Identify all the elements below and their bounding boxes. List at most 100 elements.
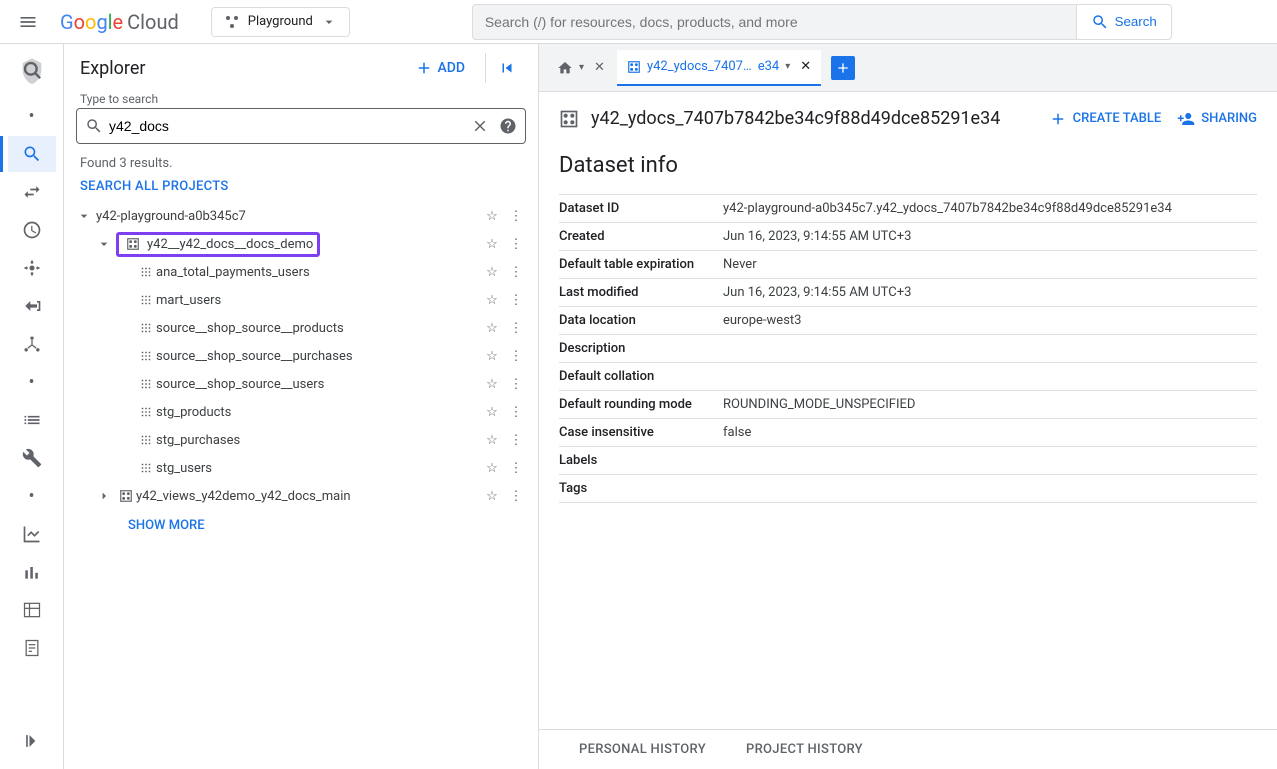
clear-icon[interactable]	[471, 117, 489, 135]
star-button[interactable]: ☆	[482, 209, 502, 224]
sidebar-sql-workspace[interactable]	[8, 136, 56, 172]
global-search-input[interactable]	[485, 14, 1064, 30]
tree-table-row[interactable]: source__shop_source__purchases ☆ ⋮	[68, 342, 534, 370]
more-button[interactable]: ⋮	[506, 209, 526, 224]
collapse-toggle[interactable]	[96, 236, 116, 252]
info-row: Default table expiration Never	[559, 250, 1257, 278]
sidebar-capacity-mgmt[interactable]	[8, 402, 56, 438]
content-area: ▾ ✕ y42_ydocs_7407… e34 ▾ ✕ y42_ydocs_74…	[539, 44, 1277, 769]
bigquery-logo[interactable]	[14, 52, 50, 88]
info-value: Jun 16, 2023, 9:14:55 AM UTC+3	[723, 285, 1257, 300]
star-button[interactable]: ☆	[482, 237, 502, 252]
search-box[interactable]	[472, 4, 1077, 40]
new-tab-button[interactable]	[831, 56, 855, 80]
search-button[interactable]: Search	[1077, 4, 1172, 40]
sidebar-expand[interactable]	[8, 723, 56, 759]
sidebar-item-c[interactable]	[8, 592, 56, 628]
tree-table-row[interactable]: source__shop_source__users ☆ ⋮	[68, 370, 534, 398]
dataset-icon	[116, 489, 136, 503]
info-value: Jun 16, 2023, 9:14:55 AM UTC+3	[723, 229, 1257, 244]
star-button[interactable]: ☆	[482, 377, 502, 392]
info-value: ROUNDING_MODE_UNSPECIFIED	[723, 397, 1257, 412]
create-table-button[interactable]: CREATE TABLE	[1049, 110, 1162, 128]
close-icon[interactable]: ✕	[800, 59, 811, 74]
star-button[interactable]: ☆	[482, 265, 502, 280]
search-all-projects[interactable]: SEARCH ALL PROJECTS	[64, 175, 538, 202]
table-label: mart_users	[156, 293, 482, 308]
more-button[interactable]: ⋮	[506, 433, 526, 448]
collapse-panel-button[interactable]	[485, 53, 522, 83]
table-icon	[136, 461, 156, 475]
sidebar-dot-1[interactable]	[8, 98, 56, 134]
home-icon	[557, 60, 573, 76]
more-button[interactable]: ⋮	[506, 377, 526, 392]
tab-dropdown[interactable]: ▾	[785, 61, 790, 72]
sidebar-item-b[interactable]	[8, 554, 56, 590]
sidebar-partner-center[interactable]	[8, 326, 56, 362]
star-button[interactable]: ☆	[482, 433, 502, 448]
plus-icon	[835, 60, 851, 76]
show-more-button[interactable]: SHOW MORE	[68, 510, 534, 541]
project-label: y42-playground-a0b345c7	[96, 209, 482, 224]
explorer-panel: Explorer ADD Type to search	[64, 44, 539, 769]
more-button[interactable]: ⋮	[506, 293, 526, 308]
tree-project-row[interactable]: y42-playground-a0b345c7 ☆ ⋮	[68, 202, 534, 230]
info-key: Default rounding mode	[559, 397, 723, 412]
explorer-search-box[interactable]	[76, 108, 526, 144]
sidebar-analytics-hub[interactable]	[8, 250, 56, 286]
more-button[interactable]: ⋮	[506, 265, 526, 280]
more-button[interactable]: ⋮	[506, 461, 526, 476]
tab-dropdown[interactable]: ▾	[579, 62, 584, 73]
menu-button[interactable]	[8, 2, 48, 42]
tree-table-row[interactable]: stg_users ☆ ⋮	[68, 454, 534, 482]
sidebar-item-a[interactable]	[8, 516, 56, 552]
star-button[interactable]: ☆	[482, 349, 502, 364]
explorer-search-input[interactable]	[109, 118, 471, 134]
sidebar-item-d[interactable]	[8, 630, 56, 666]
tree-table-row[interactable]: stg_purchases ☆ ⋮	[68, 426, 534, 454]
dataset-tab[interactable]: y42_ydocs_7407… e34 ▾ ✕	[617, 50, 821, 86]
more-button[interactable]: ⋮	[506, 489, 526, 504]
sharing-button[interactable]: SHARING	[1177, 110, 1257, 128]
tree-table-row[interactable]: ana_total_payments_users ☆ ⋮	[68, 258, 534, 286]
more-button[interactable]: ⋮	[506, 321, 526, 336]
more-button[interactable]: ⋮	[506, 405, 526, 420]
close-icon[interactable]: ✕	[594, 60, 605, 75]
explorer-search-section: Type to search	[64, 92, 538, 152]
tab-label: y42_ydocs_7407…	[647, 59, 752, 74]
sidebar-dataform[interactable]	[8, 288, 56, 324]
hamburger-icon	[18, 12, 38, 32]
expand-toggle[interactable]	[96, 488, 116, 504]
star-button[interactable]: ☆	[482, 405, 502, 420]
sidebar-dot-2[interactable]	[8, 364, 56, 400]
tree-dataset-row[interactable]: y42_views_y42demo_y42_docs_main ☆ ⋮	[68, 482, 534, 510]
home-tab[interactable]: ▾ ✕	[547, 50, 615, 86]
help-icon[interactable]	[499, 117, 517, 135]
info-key: Dataset ID	[559, 201, 723, 216]
star-button[interactable]: ☆	[482, 461, 502, 476]
collapse-toggle[interactable]	[76, 208, 96, 224]
tree-table-row[interactable]: mart_users ☆ ⋮	[68, 286, 534, 314]
chevron-right-icon	[96, 488, 112, 504]
sidebar-scheduled-queries[interactable]	[8, 212, 56, 248]
logo[interactable]: Google Cloud	[60, 10, 179, 34]
table-label: source__shop_source__products	[156, 321, 482, 336]
sidebar-dot-3[interactable]	[8, 478, 56, 514]
project-selector[interactable]: Playground	[211, 7, 350, 37]
info-row: Labels	[559, 446, 1257, 474]
sidebar-data-transfers[interactable]	[8, 174, 56, 210]
star-button[interactable]: ☆	[482, 321, 502, 336]
star-button[interactable]: ☆	[482, 293, 502, 308]
collapse-icon	[498, 59, 516, 77]
more-button[interactable]: ⋮	[506, 237, 526, 252]
info-key: Labels	[559, 453, 723, 468]
more-button[interactable]: ⋮	[506, 349, 526, 364]
sidebar-bi-engine[interactable]	[8, 440, 56, 476]
tree-dataset-row-highlighted[interactable]: y42__y42_docs__docs_demo ☆ ⋮	[68, 230, 534, 258]
tree-table-row[interactable]: stg_products ☆ ⋮	[68, 398, 534, 426]
star-button[interactable]: ☆	[482, 489, 502, 504]
tree-table-row[interactable]: source__shop_source__products ☆ ⋮	[68, 314, 534, 342]
add-button[interactable]: ADD	[405, 53, 475, 83]
project-history-tab[interactable]: PROJECT HISTORY	[746, 742, 863, 757]
personal-history-tab[interactable]: PERSONAL HISTORY	[579, 742, 706, 757]
